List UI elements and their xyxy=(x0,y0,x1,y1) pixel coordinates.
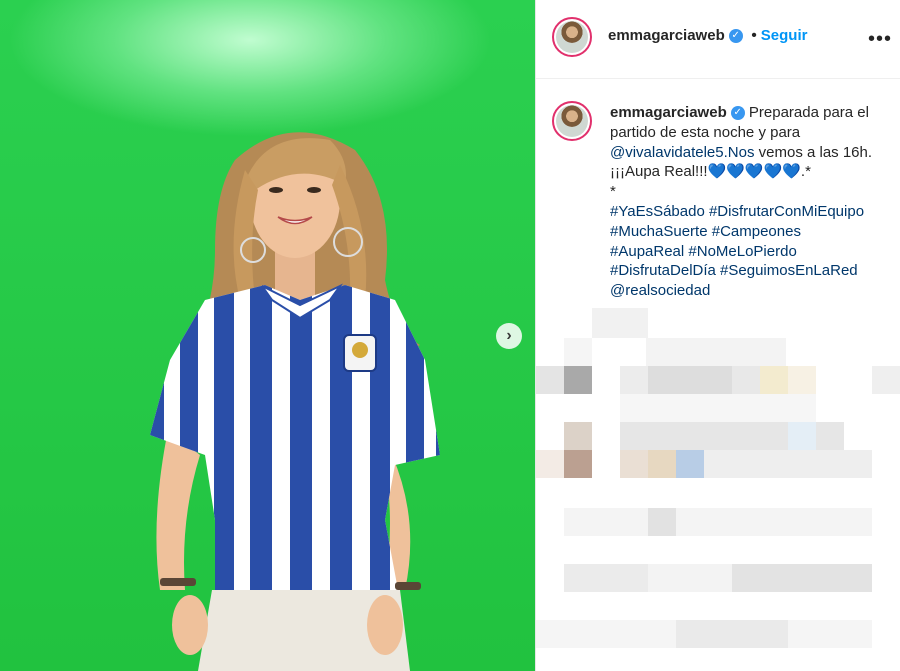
pixel-block xyxy=(760,366,788,394)
pixel-block xyxy=(648,366,732,394)
follow-button[interactable]: Seguir xyxy=(761,27,808,44)
pixel-block xyxy=(564,450,592,478)
avatar[interactable] xyxy=(552,17,592,57)
caption-verified-badge-icon: ✓ xyxy=(730,106,745,121)
pixel-block xyxy=(536,366,564,394)
pixel-block xyxy=(620,366,648,394)
pixel-block xyxy=(564,508,872,536)
hashtags-line-3[interactable]: #AupaReal #NoMeLoPierdo xyxy=(610,243,797,260)
pixel-block xyxy=(676,620,788,648)
header-user-row: emmagarciaweb ✓ • Seguir xyxy=(608,27,807,45)
post-photo[interactable]: › xyxy=(0,0,535,671)
pixel-block xyxy=(788,366,816,394)
post-caption: emmagarciaweb ✓ Preparada para el partido… xyxy=(610,103,900,301)
separator-dot: • xyxy=(751,27,757,44)
pixel-block xyxy=(620,394,816,422)
pixel-block xyxy=(564,564,648,592)
mention-realsociedad[interactable]: @realsociedad xyxy=(610,282,710,299)
pixel-block xyxy=(732,564,872,592)
header-username-link[interactable]: emmagarciaweb xyxy=(608,27,725,44)
pixel-block xyxy=(648,508,676,536)
caption-avatar-image xyxy=(556,105,588,137)
mention-vivalavida[interactable]: @vivalavidatele5.Nos xyxy=(610,144,754,161)
chevron-right-icon: › xyxy=(506,327,512,344)
caption-text-3: * xyxy=(610,183,616,201)
instagram-post: › emmagarciaweb ✓ • Seguir ••• emmagarciaw… xyxy=(0,0,900,671)
pixel-block xyxy=(592,308,648,338)
next-photo-button[interactable]: › xyxy=(496,323,522,349)
pixel-block xyxy=(676,450,704,478)
woman-in-football-shirt-illustration xyxy=(150,132,440,671)
hashtags-line-4[interactable]: #DisfrutaDelDía #SeguimosEnLaRed xyxy=(610,262,858,279)
verified-badge-icon: ✓ xyxy=(728,28,743,43)
pixel-block xyxy=(704,450,872,478)
pixel-block xyxy=(564,422,592,450)
pixel-block xyxy=(646,338,786,366)
hashtags-line-1[interactable]: #YaEsSábado #DisfrutarConMiEquipo xyxy=(610,203,864,220)
post-header: emmagarciaweb ✓ • Seguir ••• xyxy=(536,0,900,79)
pixelated-comments-area xyxy=(536,308,900,671)
avatar-image xyxy=(556,21,588,53)
pixel-block xyxy=(648,450,676,478)
hashtags-line-2[interactable]: #MuchaSuerte #Campeones xyxy=(610,223,801,240)
pixel-block xyxy=(788,422,816,450)
pixel-block xyxy=(564,338,592,366)
caption-avatar[interactable] xyxy=(552,101,592,141)
pixel-block xyxy=(620,450,648,478)
pixel-block xyxy=(732,366,760,394)
caption-username-link[interactable]: emmagarciaweb xyxy=(610,104,727,121)
pixel-block xyxy=(872,366,900,394)
pixel-block xyxy=(536,450,564,478)
more-options-icon[interactable]: ••• xyxy=(868,28,892,51)
pixel-block xyxy=(564,366,592,394)
